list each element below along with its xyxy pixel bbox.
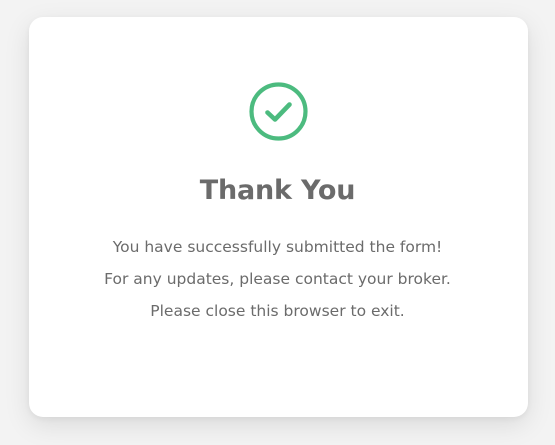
contact-broker-message: For any updates, please contact your bro…: [104, 270, 451, 288]
page-title: Thank You: [199, 175, 356, 206]
check-circle-icon: [248, 81, 309, 142]
success-message: You have successfully submitted the form…: [112, 238, 443, 256]
confirmation-card: [29, 17, 528, 417]
close-browser-message: Please close this browser to exit.: [150, 302, 405, 320]
page-background: Thank You You have successfully submitte…: [0, 0, 555, 445]
